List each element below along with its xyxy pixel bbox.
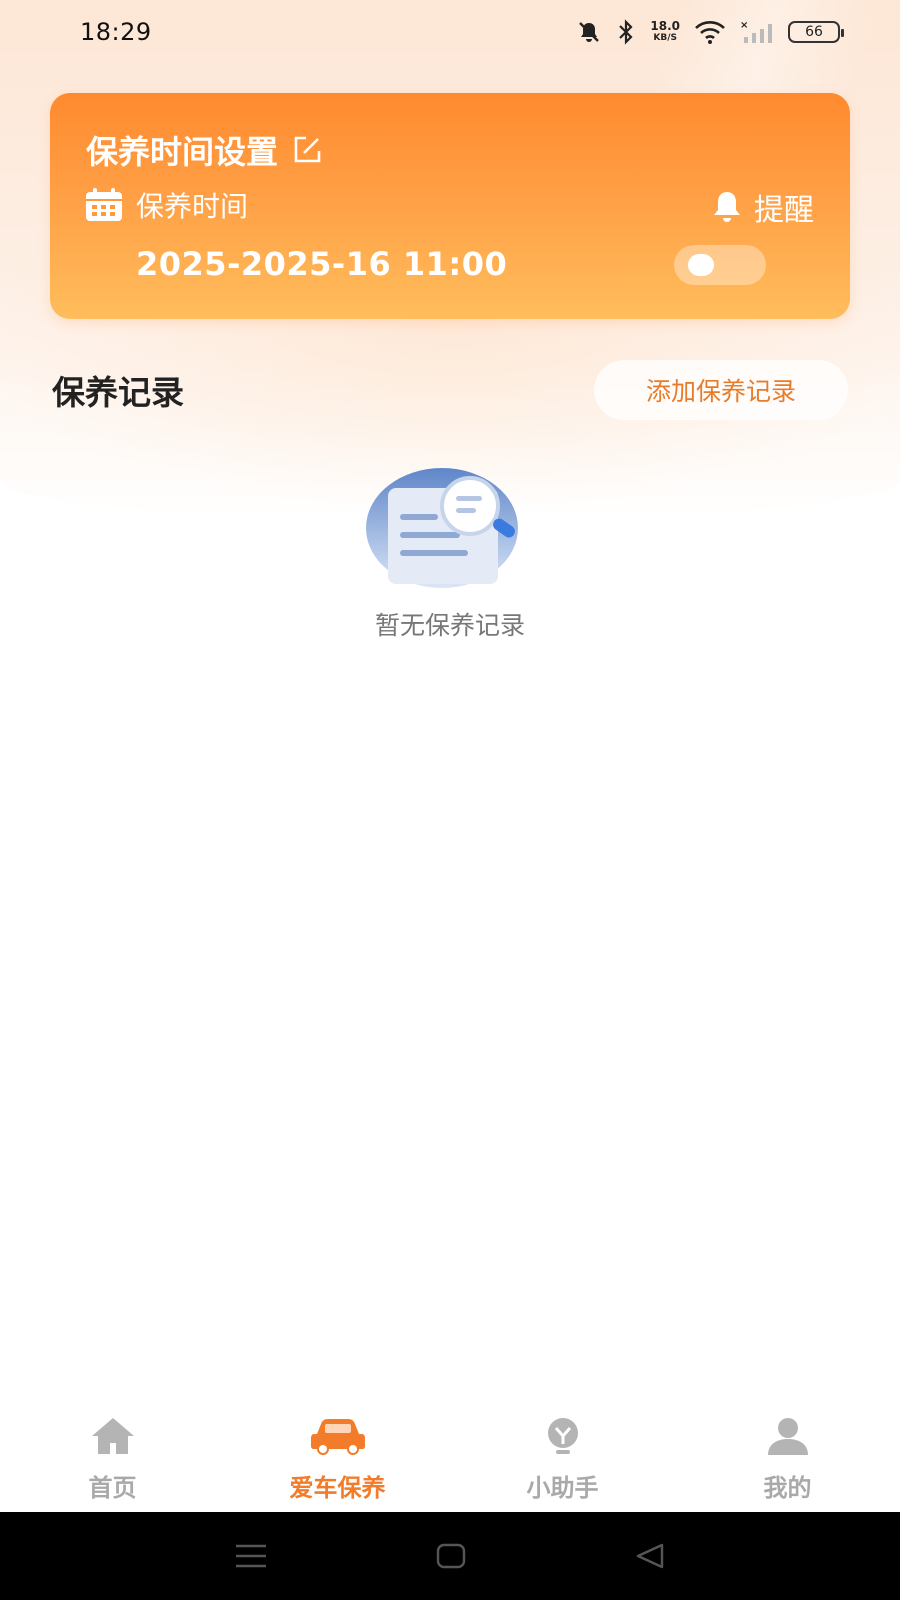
reminder-label: 提醒 — [754, 193, 814, 228]
edit-icon[interactable] — [290, 133, 324, 167]
toggle-knob — [688, 254, 714, 276]
maintenance-time-label: 保养时间 — [136, 190, 249, 223]
status-time: 18:29 — [80, 18, 152, 46]
back-icon[interactable] — [634, 1542, 666, 1570]
card-title-row[interactable]: 保养时间设置 — [86, 127, 324, 173]
bluetooth-icon — [619, 19, 633, 45]
car-icon — [310, 1419, 365, 1455]
tab-label-assistant: 小助手 — [526, 1474, 599, 1502]
lightbulb-icon — [547, 1418, 578, 1454]
home-icon — [91, 1418, 134, 1454]
tab-assistant[interactable]: 小助手 — [450, 1396, 675, 1512]
bell-icon — [714, 192, 740, 222]
maintenance-time-value[interactable]: 2025-2025-16 11:00 — [136, 245, 507, 283]
tab-label-profile: 我的 — [763, 1474, 812, 1502]
home-button-icon[interactable] — [435, 1542, 467, 1570]
reminder-toggle[interactable] — [674, 245, 766, 285]
bottom-tab-bar: 首页 爱车保养 小助手 我的 — [0, 1396, 900, 1512]
empty-records-illustration — [366, 468, 518, 588]
tab-home[interactable]: 首页 — [0, 1396, 225, 1512]
system-nav-bar — [0, 1512, 900, 1600]
user-icon — [767, 1418, 808, 1455]
add-record-button[interactable]: 添加保养记录 — [594, 360, 848, 420]
card-title: 保养时间设置 — [86, 133, 279, 171]
tab-label-car-maintenance: 爱车保养 — [289, 1474, 386, 1502]
status-icons: 18.0 KB/S × 66 — [576, 19, 844, 45]
signal-icon: × — [740, 20, 772, 43]
maintenance-time-card: 保养时间设置 保养时间 提醒 2025-2025-16 11:00 — [50, 93, 850, 319]
network-speed-unit: KB/S — [653, 33, 677, 43]
menu-icon[interactable] — [234, 1542, 268, 1570]
mute-icon — [579, 22, 600, 42]
calendar-icon — [86, 188, 122, 221]
records-title: 保养记录 — [52, 373, 184, 412]
time-label-row: 保养时间 — [84, 185, 248, 225]
battery-indicator: 66 — [788, 21, 844, 43]
status-bar: 18:29 18.0 KB/S × 66 — [0, 0, 900, 64]
tab-car-maintenance[interactable]: 爱车保养 — [225, 1396, 450, 1512]
network-speed: 18.0 KB/S — [650, 20, 680, 44]
reminder-row: 提醒 — [710, 185, 814, 229]
tab-profile[interactable]: 我的 — [675, 1396, 900, 1512]
tab-label-home: 首页 — [88, 1474, 137, 1502]
svg-text:×: × — [740, 20, 748, 31]
empty-records-text: 暂无保养记录 — [374, 611, 525, 640]
network-speed-value: 18.0 — [650, 19, 680, 33]
wifi-icon — [695, 21, 725, 44]
